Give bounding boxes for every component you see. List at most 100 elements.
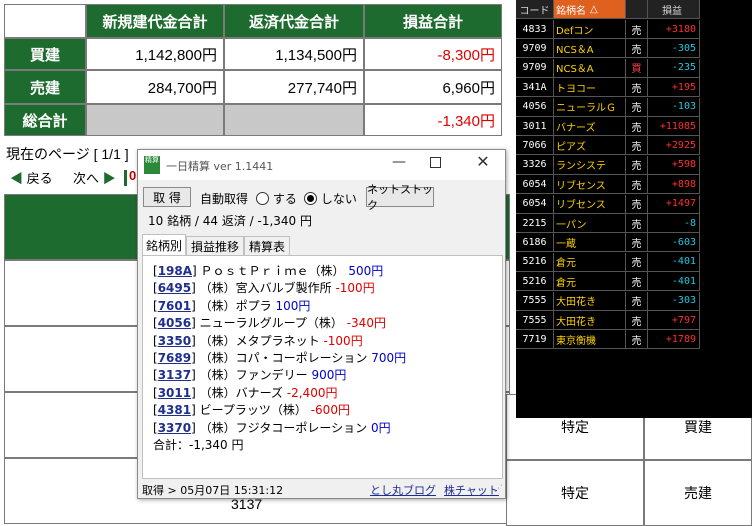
stock-code-link[interactable]: [3370] <box>153 421 196 435</box>
stock-code[interactable]: 7601 <box>158 299 191 313</box>
ticker-row[interactable]: 6054 リブセンス売 +898 <box>516 175 702 195</box>
stock-code-link[interactable]: [4056] <box>153 316 196 330</box>
maximize-icon[interactable] <box>430 157 441 168</box>
blog-link[interactable]: とし丸ブログ <box>370 482 436 498</box>
ticker-code: 5216 <box>516 252 554 272</box>
stock-pnl-list: [198A] ＰｏｓｔＰｒｉｍｅ（株） 500円 [6495] （株）宮入バルブ製… <box>142 255 503 479</box>
ticker-row[interactable]: 7066 ピアズ売 +2925 <box>516 136 702 156</box>
ticker-row[interactable]: 5216 倉元売 -401 <box>516 272 702 292</box>
stock-pnl: -340円 <box>346 316 386 331</box>
dialog-summary: 10 銘柄 / 44 返済 / -1,340 円 <box>148 214 313 228</box>
header-new-total: 新規建代金合計 <box>86 4 224 38</box>
stock-code[interactable]: 3011 <box>158 386 191 400</box>
auto-fetch-off-label: しない <box>320 192 357 206</box>
stock-code-link[interactable]: [3137] <box>153 368 196 382</box>
ticker-header-side <box>626 0 648 19</box>
side-cell: 売建 <box>644 460 752 526</box>
list-item: [3137] （株）ファンデリー 900円 <box>153 366 346 383</box>
stock-code[interactable]: 3137 <box>158 368 191 382</box>
ticker-pnl: +898 <box>648 175 700 195</box>
ticker-code: 3011 <box>516 117 554 136</box>
ticker-row[interactable]: 4056 ニューラルＧ 売 -103 <box>516 97 702 118</box>
ticker-name: 倉元 <box>554 252 626 272</box>
stock-name: ＰｏｓｔＰｒｉｍｅ（株） <box>200 264 345 278</box>
ticker-side: 売 <box>626 78 648 98</box>
auto-fetch-off-radio[interactable]: しない <box>304 190 357 207</box>
ticker-header-name-label: 銘柄名 <box>556 5 586 17</box>
minimize-icon[interactable]: — <box>388 154 410 174</box>
ticker-name: 倉元 <box>554 272 626 292</box>
ticker-row[interactable]: 3011 バナーズ売 +11085 <box>516 117 702 137</box>
ticker-name: ニューラルＧ <box>554 97 626 117</box>
stock-code[interactable]: 3350 <box>158 334 191 348</box>
ticker-row[interactable]: 3326 ランシステ売 +598 <box>516 155 702 176</box>
net-stock-button[interactable]: ネットストック <box>366 183 434 212</box>
stock-pnl: -100円 <box>335 281 375 296</box>
ticker-row[interactable]: 6186 一蔵売 -603 <box>516 233 702 253</box>
stock-code-link[interactable]: [198A] <box>153 264 197 278</box>
stock-code-link[interactable]: [4381] <box>153 403 196 417</box>
ticker-side: 売 <box>626 272 648 292</box>
list-item: [198A] ＰｏｓｔＰｒｉｍｅ（株） 500円 <box>153 262 383 279</box>
ticker-row[interactable]: 4833 Defコン売 +3180 <box>516 20 702 40</box>
stock-code-link[interactable]: [3011] <box>153 386 196 400</box>
stock-code[interactable]: 6495 <box>158 281 191 295</box>
total-line: 合計：-1,340 円 <box>153 436 244 453</box>
ticker-header-name[interactable]: 銘柄名 △ <box>554 0 626 19</box>
header-repay-total: 返済代金合計 <box>224 4 364 38</box>
ticker-header-pnl[interactable]: 損益 <box>648 0 700 19</box>
stock-code-link[interactable]: [6495] <box>153 281 196 295</box>
stock-code-link[interactable]: [7689] <box>153 351 196 365</box>
fetch-button[interactable]: 取 得 <box>143 187 191 207</box>
ticker-pnl: +1497 <box>648 194 700 214</box>
ticker-row[interactable]: 341A トヨコー売 +195 <box>516 78 702 98</box>
tab-settlement-table[interactable]: 精算表 <box>244 236 290 256</box>
ticker-code: 4833 <box>516 20 554 39</box>
auto-fetch-on-radio[interactable]: する <box>256 190 297 207</box>
ticker-side: 売 <box>626 233 648 253</box>
ticker-code: 341A <box>516 78 554 98</box>
close-icon[interactable]: ✕ <box>472 152 494 172</box>
stock-pnl: -2,400円 <box>286 385 338 400</box>
ticker-pnl: -401 <box>648 272 700 292</box>
ticker-name: トヨコー <box>554 78 626 98</box>
ticker-code: 7719 <box>516 330 554 350</box>
stock-pnl: 900円 <box>311 368 347 383</box>
grand-new-total <box>86 104 224 136</box>
stock-name: （株）バナーズ <box>199 385 284 400</box>
chart-link[interactable]: 株チャット <box>444 482 499 498</box>
tab-by-stock[interactable]: 銘柄別 <box>142 234 186 256</box>
ticker-name: 一蔵 <box>554 233 626 253</box>
stock-code[interactable]: 198A <box>158 264 192 278</box>
ticker-pnl: +598 <box>648 155 700 175</box>
prev-link-label: 戻る <box>26 171 53 186</box>
auto-fetch-label: 自動取得 <box>200 192 249 206</box>
list-item: [3011] （株）バナーズ -2,400円 <box>153 384 338 401</box>
stock-pnl: 500円 <box>348 264 384 278</box>
stock-code[interactable]: 4056 <box>158 316 191 330</box>
ticker-row[interactable]: 6054 リブセンス売 +1497 <box>516 194 702 215</box>
ticker-pnl: -303 <box>648 291 700 311</box>
next-link[interactable]: 次へ ▶ <box>73 168 116 187</box>
ticker-header-code[interactable]: コード <box>516 0 554 19</box>
ticker-row[interactable]: 5216 倉元売 -401 <box>516 252 702 273</box>
ticker-side: 買 <box>626 58 648 78</box>
stock-code[interactable]: 7689 <box>158 351 191 365</box>
resize-grip-icon[interactable]: ⋰ <box>494 484 504 494</box>
stock-code-link[interactable]: [7601] <box>153 299 196 313</box>
ticker-row[interactable]: 7555 大田花き売 +797 <box>516 311 702 331</box>
ticker-row[interactable]: 7719 東京衡機売 +1789 <box>516 330 702 350</box>
ticker-row[interactable]: 7555 大田花き売 -303 <box>516 291 702 312</box>
stock-code-link[interactable]: [3350] <box>153 334 196 348</box>
total-text: 合計：-1,340 円 <box>153 438 244 452</box>
stock-code[interactable]: 3370 <box>158 421 191 435</box>
ticker-row[interactable]: 2215 一パン売 -8 <box>516 214 702 234</box>
dialog-titlebar[interactable]: 精算 一日精算 ver 1.1441 — ✕ <box>138 150 505 180</box>
tab-pnl-trend[interactable]: 損益推移 <box>186 236 244 256</box>
ticker-pnl: -103 <box>648 97 700 117</box>
stock-code[interactable]: 4381 <box>158 403 191 417</box>
prev-link[interactable]: ◀ 戻る <box>10 168 53 187</box>
ticker-row[interactable]: 9709 NCS＆A 買 -235 <box>516 58 702 79</box>
ticker-row[interactable]: 9709 NCS＆A 売 -305 <box>516 39 702 59</box>
ticker-code: 9709 <box>516 58 554 78</box>
